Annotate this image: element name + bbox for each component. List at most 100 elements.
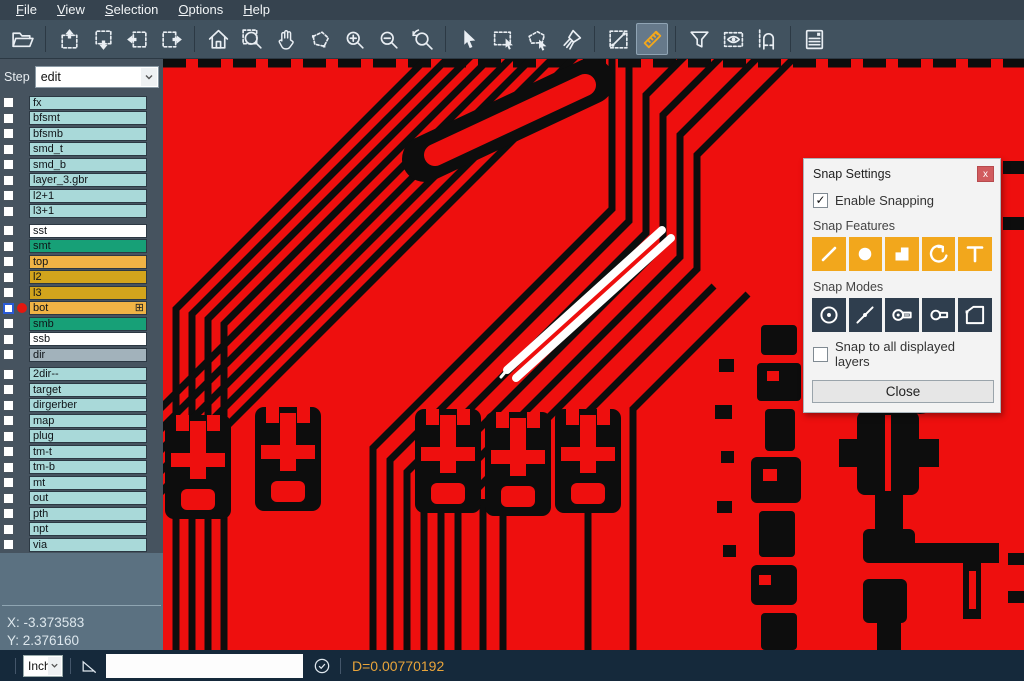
zoom-out-button[interactable]: [372, 23, 404, 55]
layer-name-field[interactable]: plug: [29, 429, 147, 443]
history-icon[interactable]: [311, 655, 333, 677]
snap-pad-outline-button[interactable]: [922, 298, 956, 332]
menu-options[interactable]: Options: [168, 0, 233, 20]
view-area-right-button[interactable]: [155, 23, 187, 55]
layer-visibility-checkbox[interactable]: [3, 334, 14, 345]
layer-visibility-checkbox[interactable]: [3, 128, 14, 139]
layer-name-field[interactable]: fx: [29, 96, 147, 110]
step-select[interactable]: edit: [35, 66, 159, 88]
command-input[interactable]: [106, 654, 303, 678]
layer-visibility-checkbox[interactable]: [3, 431, 14, 442]
layer-name-field[interactable]: dirgerber: [29, 398, 147, 412]
measure-ruler-button[interactable]: [636, 23, 668, 55]
layer-visibility-checkbox[interactable]: [3, 369, 14, 380]
snap-midpoint-button[interactable]: [849, 298, 883, 332]
menu-view[interactable]: View: [47, 0, 95, 20]
layer-name-field[interactable]: pth: [29, 507, 147, 521]
layer-name-field[interactable]: target: [29, 383, 147, 397]
layer-visibility-checkbox[interactable]: [3, 303, 14, 314]
layer-visibility-checkbox[interactable]: [3, 493, 14, 504]
view-area-up-button[interactable]: [53, 23, 85, 55]
layer-visibility-checkbox[interactable]: [3, 97, 14, 108]
layer-visibility-checkbox[interactable]: [3, 349, 14, 360]
layer-visibility-checkbox[interactable]: [3, 287, 14, 298]
layer-name-field[interactable]: bfsmt: [29, 111, 147, 125]
layer-name-field[interactable]: top: [29, 255, 147, 269]
menu-file[interactable]: File: [6, 0, 47, 20]
layer-name-field[interactable]: smt: [29, 239, 147, 253]
layer-visibility-checkbox[interactable]: [3, 477, 14, 488]
layer-visibility-checkbox[interactable]: [3, 113, 14, 124]
layer-visibility-checkbox[interactable]: [3, 206, 14, 217]
layer-visibility-checkbox[interactable]: [3, 225, 14, 236]
layer-name-field[interactable]: via: [29, 538, 147, 552]
zoom-window-button[interactable]: [236, 23, 268, 55]
layer-name-field[interactable]: smd_t: [29, 142, 147, 156]
layer-visibility-checkbox[interactable]: [3, 159, 14, 170]
view-area-down-button[interactable]: [87, 23, 119, 55]
grid-icon[interactable]: ⊞: [135, 303, 144, 313]
layer-name-field[interactable]: ssb: [29, 332, 147, 346]
layer-name-field[interactable]: map: [29, 414, 147, 428]
home-view-button[interactable]: [202, 23, 234, 55]
layer-visibility-checkbox[interactable]: [3, 318, 14, 329]
layer-visibility-checkbox[interactable]: [3, 415, 14, 426]
layer-visibility-checkbox[interactable]: [3, 400, 14, 411]
measure-points-button[interactable]: [602, 23, 634, 55]
layer-name-field[interactable]: npt: [29, 522, 147, 536]
snap-arcs-button[interactable]: [922, 237, 956, 271]
layer-name-field[interactable]: mt: [29, 476, 147, 490]
snap-pads-button[interactable]: [849, 237, 883, 271]
layer-name-field[interactable]: 2dir--: [29, 367, 147, 381]
select-polygon-button[interactable]: [521, 23, 553, 55]
select-pointer-button[interactable]: [453, 23, 485, 55]
close-icon[interactable]: x: [977, 166, 994, 182]
layer-name-field[interactable]: smb: [29, 317, 147, 331]
layer-visibility-checkbox[interactable]: [3, 175, 14, 186]
pan-hand-button[interactable]: [270, 23, 302, 55]
layer-name-field[interactable]: tm-t: [29, 445, 147, 459]
layer-visibility-checkbox[interactable]: [3, 256, 14, 267]
filter-button[interactable]: [683, 23, 715, 55]
layer-name-field[interactable]: smd_b: [29, 158, 147, 172]
layer-visibility-checkbox[interactable]: [3, 241, 14, 252]
snap-corner-button[interactable]: [958, 298, 992, 332]
layer-name-field[interactable]: bot⊞: [29, 301, 147, 315]
layer-name-field[interactable]: l3+1: [29, 204, 147, 218]
layer-visibility-checkbox[interactable]: [3, 384, 14, 395]
layer-visibility-checkbox[interactable]: [3, 539, 14, 550]
layer-name-field[interactable]: layer_3.gbr: [29, 173, 147, 187]
layer-visibility-checkbox[interactable]: [3, 144, 14, 155]
display-options-button[interactable]: [717, 23, 749, 55]
units-select[interactable]: Inch: [23, 655, 63, 677]
layer-visibility-checkbox[interactable]: [3, 272, 14, 283]
layer-visibility-checkbox[interactable]: [3, 508, 14, 519]
layer-name-field[interactable]: bfsmb: [29, 127, 147, 141]
zoom-previous-button[interactable]: [406, 23, 438, 55]
cleanup-brush-button[interactable]: [555, 23, 587, 55]
zoom-in-button[interactable]: [338, 23, 370, 55]
close-button[interactable]: Close: [812, 380, 994, 403]
snap-text-button[interactable]: [958, 237, 992, 271]
menu-help[interactable]: Help: [233, 0, 280, 20]
menu-selection[interactable]: Selection: [95, 0, 168, 20]
layer-name-field[interactable]: l2: [29, 270, 147, 284]
snap-center-button[interactable]: [812, 298, 846, 332]
snap-lines-button[interactable]: [812, 237, 846, 271]
snap-pad-origin-button[interactable]: [885, 298, 919, 332]
layer-name-field[interactable]: l3: [29, 286, 147, 300]
layer-name-field[interactable]: l2+1: [29, 189, 147, 203]
zoom-selection-button[interactable]: [304, 23, 336, 55]
snap-all-layers-checkbox[interactable]: [813, 347, 828, 362]
layer-name-field[interactable]: dir: [29, 348, 147, 362]
select-rectangle-button[interactable]: [487, 23, 519, 55]
open-folder-button[interactable]: [6, 23, 38, 55]
layer-name-field[interactable]: tm-b: [29, 460, 147, 474]
angle-mode-icon[interactable]: [78, 655, 100, 677]
layer-visibility-checkbox[interactable]: [3, 462, 14, 473]
enable-snapping-checkbox[interactable]: ✓: [813, 193, 828, 208]
layer-name-field[interactable]: out: [29, 491, 147, 505]
view-area-left-button[interactable]: [121, 23, 153, 55]
report-list-button[interactable]: [798, 23, 830, 55]
snap-surfaces-button[interactable]: [885, 237, 919, 271]
